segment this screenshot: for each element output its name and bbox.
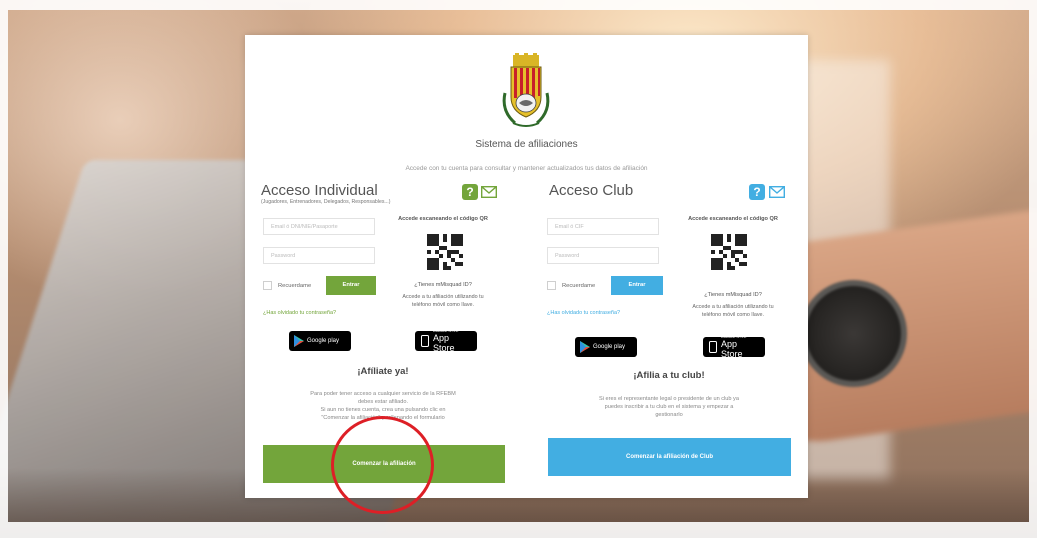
individual-forgot-password-link[interactable]: ¿Has olvidado tu contraseña? [263,310,336,316]
individual-app-desc-line2: teléfono móvil como llave. [411,302,475,308]
club-affil-title: ¡Afilia a tu club! [633,370,705,381]
club-mail-icon[interactable] [769,186,785,198]
club-affil-line2: puedes inscribir a tu club en el sistema… [604,404,734,410]
club-app-desc: Accede a tu afiliación utilizando tu tel… [671,303,795,319]
club-qr-code-icon [711,234,747,270]
individual-remember-label: Recuerdame [278,283,312,289]
background-watch [800,280,907,387]
individual-login-button[interactable]: Entrar [326,276,376,295]
qr-code-icon [427,234,463,270]
mail-icon[interactable] [481,186,497,198]
google-play-icon [294,335,304,347]
club-affil-line3: gestionarlo [655,412,683,418]
start-club-affiliation-button[interactable]: Comenzar la afiliación de Club [548,438,791,476]
club-app-desc-line1: Accede a tu afiliación utilizando tu [692,304,774,310]
app-store-big-label: App Store [433,333,455,353]
individual-app-desc: Accede a tu afiliación utilizando tu tel… [387,293,499,309]
club-affil-line1: Si eres el representante legal o preside… [599,396,739,402]
system-subtitle: Accede con tu cuenta para consultar y ma… [405,165,648,172]
club-email-input[interactable]: Email ó CIF [547,218,659,235]
individual-affil-title: ¡Afíliate ya! [357,366,409,377]
coat-of-arms-icon [502,53,550,127]
app-store-badge[interactable]: Available on the App Store [415,329,477,353]
login-card: Sistema de afiliaciones Accede con tu cu… [245,35,808,498]
club-google-play-icon [580,341,590,353]
individual-affil-line2: debes estar afiliado. [357,399,409,405]
club-app-store-badge[interactable]: Available on the App Store [703,335,765,359]
club-google-play-badge[interactable]: Google play [575,337,637,357]
club-help-icon[interactable]: ? [749,184,765,200]
club-affil-desc: Si eres el representante legal o preside… [547,395,791,419]
individual-app-desc-line1: Accede a tu afiliación utilizando tu [402,294,484,300]
club-remember-label: Recuerdame [562,283,596,289]
help-icon[interactable]: ? [462,184,478,200]
individual-affil-line3: Si aun no tienes cuenta, crea una pulsan… [320,407,446,413]
club-login-button[interactable]: Entrar [611,276,663,295]
system-title: Sistema de afiliaciones [475,139,578,150]
individual-password-input[interactable]: Password [263,247,375,264]
club-qr-heading: Accede escaneando el código QR [688,216,778,222]
club-app-question: ¿Tienes mMisquad ID? [704,292,762,298]
individual-affil-line1: Para poder tener acceso a cualquier serv… [310,391,456,397]
individual-remember-checkbox[interactable] [263,281,272,290]
individual-app-question: ¿Tienes mMisquad ID? [414,282,472,288]
club-google-play-label: Google play [593,344,626,350]
individual-note: (Jugadores, Entrenadores, Delegados, Res… [261,199,391,205]
individual-qr-heading: Accede escaneando el código QR [398,216,488,222]
club-phone-icon [709,341,717,353]
individual-email-input[interactable]: Email ó DNI/NIE/Pasaporte [263,218,375,235]
club-title: Acceso Club [549,182,634,199]
club-app-desc-line2: teléfono móvil como llave. [701,312,765,318]
club-password-input[interactable]: Password [547,247,659,264]
phone-icon [421,335,429,347]
google-play-label: Google play [307,338,340,344]
club-app-store-big-label: App Store [721,339,743,359]
club-remember-checkbox[interactable] [547,281,556,290]
highlight-circle [331,416,434,514]
google-play-badge[interactable]: Google play [289,331,351,351]
individual-title: Acceso Individual [261,182,378,199]
club-forgot-password-link[interactable]: ¿Has olvidado tu contraseña? [547,310,620,316]
